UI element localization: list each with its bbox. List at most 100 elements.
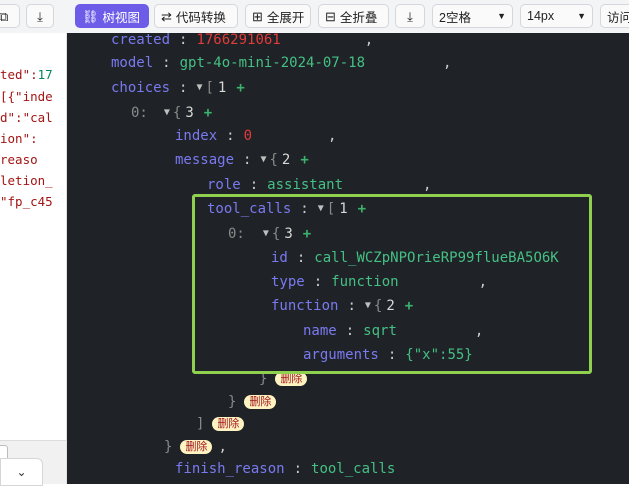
input-line: letion_	[0, 173, 53, 188]
visit-label: 访问	[607, 10, 629, 25]
count-message: 2	[281, 152, 291, 168]
download-button[interactable]: ⤓	[395, 4, 425, 28]
input-line: [{"inde	[0, 89, 53, 104]
visit-button[interactable]: 访问	[600, 4, 629, 28]
value-index: 0	[243, 128, 253, 144]
expand-all-label: 全展开	[266, 10, 305, 25]
toggle-icon[interactable]: ▼	[164, 103, 170, 123]
key-name: name	[303, 323, 337, 339]
tree-row-choices: choices : ▼ [ 1 +	[111, 78, 245, 98]
delete-button[interactable]: 删除	[275, 372, 308, 386]
add-icon[interactable]: +	[358, 199, 366, 219]
toggle-icon[interactable]: ▼	[318, 199, 324, 219]
code-convert-label: 代码转换	[175, 10, 226, 25]
tree-row-role: role : assistant ,	[207, 177, 432, 193]
key-id: id	[271, 250, 288, 266]
index-choice-0: 0:	[131, 105, 148, 121]
tree-row-model: model : gpt-4o-mini-2024-07-18 ,	[111, 55, 452, 71]
collapse-panel-button[interactable]: ⌄	[0, 458, 43, 486]
delete-button[interactable]: 删除	[180, 440, 213, 454]
collapse-all-button[interactable]: ⊟ 全折叠	[318, 4, 389, 28]
tree-row-close-tool-calls: ] 删除	[196, 414, 245, 434]
add-icon[interactable]: +	[236, 78, 244, 98]
chevron-down-icon: ▼	[497, 11, 506, 21]
chevron-down-icon: ⌄	[16, 465, 27, 479]
tree-row-close-function: } 删除	[259, 369, 308, 389]
tree-row-created: created : 1766291061 ,	[111, 33, 373, 50]
key-created: created	[111, 33, 171, 48]
json-tree-view: created : 1766291061 , model : gpt-4o-mi…	[67, 33, 629, 484]
add-icon[interactable]: +	[303, 224, 311, 244]
tree-row-id: id : call_WCZpNPOrieRP99flueBA5O6K	[271, 250, 559, 266]
tree-icon: ⛓	[82, 8, 99, 24]
copy-icon: ⧉	[0, 10, 8, 23]
value-finish-reason: tool_calls	[311, 461, 396, 477]
swap-icon: ⇄	[161, 8, 172, 24]
indent-select[interactable]: 2空格 ▼	[432, 4, 513, 28]
key-tool-calls: tool_calls	[207, 201, 292, 217]
value-model: gpt-4o-mini-2024-07-18	[179, 55, 366, 71]
tree-row-finish-reason: finish_reason : tool_calls	[175, 461, 396, 477]
toggle-icon[interactable]: ▼	[196, 78, 202, 98]
add-icon[interactable]: +	[204, 103, 212, 123]
input-line: ion":	[0, 131, 38, 146]
key-function: function	[271, 298, 339, 314]
key-finish-reason: finish_reason	[175, 461, 285, 477]
tree-row-close-call-0: } 删除	[228, 392, 277, 412]
index-call-0: 0:	[228, 226, 245, 242]
count-function: 2	[386, 298, 395, 314]
value-created: 1766291061	[196, 33, 281, 48]
input-line: "fp_c45	[0, 194, 53, 209]
indent-value: 2空格	[439, 10, 471, 25]
tree-view-button[interactable]: ⛓ 树视图	[75, 4, 149, 28]
font-size-select[interactable]: 14px ▼	[520, 4, 593, 28]
tree-row-tool-calls: tool_calls : ▼ [ 1 +	[207, 199, 367, 219]
toggle-icon[interactable]: ▼	[263, 224, 269, 244]
tree-row-call-0: 0: ▼ { 3 +	[228, 224, 312, 244]
tree-row-arguments: arguments : {"x":55}	[303, 347, 473, 363]
toolbar: ⧉ ⤓ ⛓ 树视图 ⇄ 代码转换 ⊞ 全展开 ⊟ 全折叠 ⤓ 2空格 ▼ 14p…	[0, 0, 629, 34]
tree-row-choice-0: 0: ▼ { 3 +	[131, 103, 213, 123]
input-line: d":"cal	[0, 110, 53, 125]
delete-button[interactable]: 删除	[244, 395, 277, 409]
key-arguments: arguments	[303, 347, 379, 363]
add-icon[interactable]: +	[300, 150, 308, 170]
count-call-0: 3	[284, 226, 293, 242]
input-line: ted":17	[0, 67, 53, 82]
copy-button[interactable]: ⧉	[0, 4, 20, 28]
download-input-button[interactable]: ⤓	[26, 4, 54, 28]
toggle-icon[interactable]: ▼	[365, 296, 371, 316]
delete-button[interactable]: 删除	[212, 417, 245, 431]
key-model: model	[111, 55, 154, 71]
expand-all-button[interactable]: ⊞ 全展开	[245, 4, 311, 28]
toggle-icon[interactable]: ▼	[260, 150, 266, 170]
code-convert-button[interactable]: ⇄ 代码转换	[154, 4, 238, 28]
download-icon: ⤓	[37, 8, 43, 24]
input-line: reaso	[0, 152, 38, 167]
chevron-down-icon: ▼	[577, 11, 586, 21]
font-size-value: 14px	[527, 9, 555, 23]
value-id: call_WCZpNPOrieRP99flueBA5O6K	[314, 250, 559, 266]
add-icon[interactable]: +	[405, 296, 413, 316]
value-arguments: {"x":55}	[405, 347, 473, 363]
count-tool-calls: 1	[339, 201, 348, 217]
tree-row-index: index : 0 ,	[175, 128, 337, 144]
key-index: index	[175, 128, 218, 144]
collapse-all-label: 全折叠	[339, 10, 378, 25]
value-name: sqrt	[363, 323, 397, 339]
count-choices: 1	[217, 80, 227, 96]
key-role: role	[207, 177, 241, 193]
tree-row-close-message: } 删除 ,	[164, 439, 227, 455]
tree-row-message: message : ▼ { 2 +	[175, 150, 309, 170]
plus-square-icon: ⊞	[252, 8, 263, 24]
value-type: function	[331, 274, 399, 290]
tree-row-name: name : sqrt ,	[303, 323, 484, 339]
tree-row-function: function : ▼ { 2 +	[271, 296, 414, 316]
key-type: type	[271, 274, 305, 290]
key-message: message	[175, 152, 235, 168]
tree-row-type: type : function ,	[271, 274, 488, 290]
count-choice-0: 3	[185, 105, 194, 121]
minus-square-icon: ⊟	[325, 8, 336, 24]
key-choices: choices	[111, 80, 171, 96]
json-input-panel[interactable]: ted":17 [{"inde d":"cal ion": reaso leti…	[0, 33, 67, 484]
